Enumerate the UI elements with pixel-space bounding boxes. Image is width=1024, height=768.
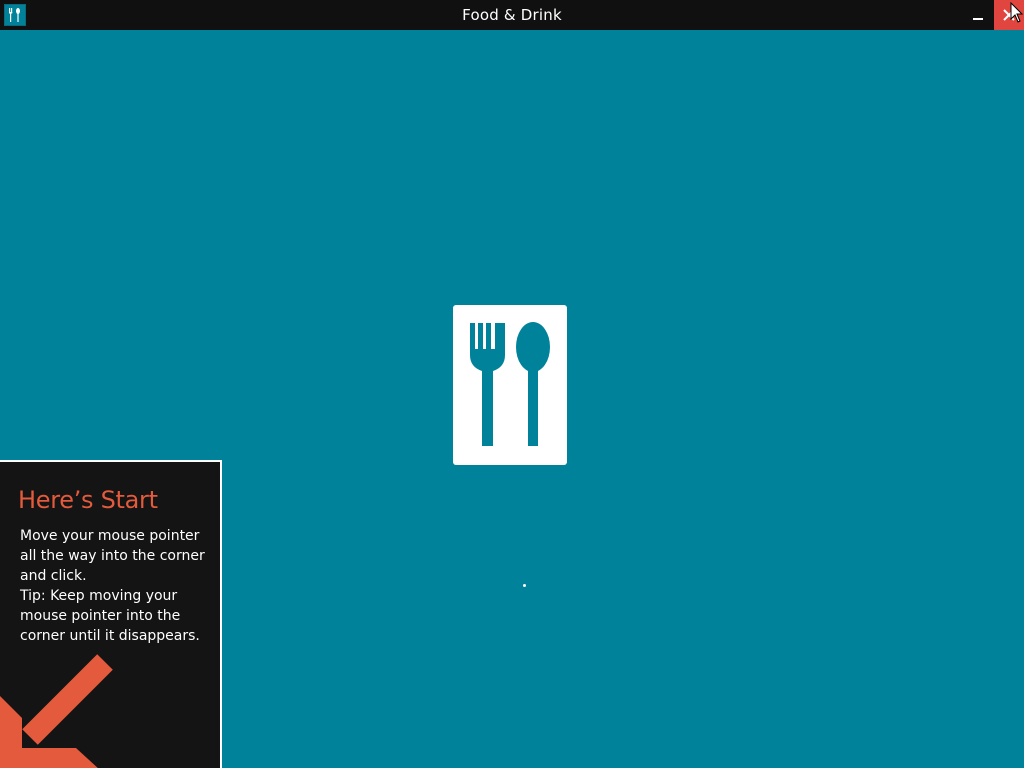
window-title: Food & Drink bbox=[462, 6, 562, 24]
splash-logo bbox=[453, 305, 567, 465]
close-button[interactable] bbox=[994, 0, 1024, 30]
callout-line: Move your mouse pointer bbox=[20, 528, 200, 544]
arrow-down-left-icon bbox=[0, 652, 120, 768]
callout-line: and click. bbox=[20, 568, 87, 584]
callout-text: Move your mouse pointer all the way into… bbox=[20, 526, 210, 646]
title-bar: Food & Drink bbox=[0, 0, 1024, 30]
minimize-icon bbox=[973, 18, 983, 20]
minimize-button[interactable] bbox=[962, 0, 994, 30]
callout-line: corner until it disappears. bbox=[20, 628, 200, 644]
callout-line: mouse pointer into the bbox=[20, 608, 181, 624]
callout-line: Tip: Keep moving your bbox=[20, 588, 178, 604]
callout-line: all the way into the corner bbox=[20, 548, 205, 564]
close-icon bbox=[1003, 9, 1015, 21]
start-tip-callout: Here’s Start Move your mouse pointer all… bbox=[0, 460, 222, 768]
progress-indicator bbox=[523, 584, 526, 587]
callout-title: Here’s Start bbox=[18, 486, 158, 514]
fork-and-spoon-icon bbox=[470, 322, 550, 446]
